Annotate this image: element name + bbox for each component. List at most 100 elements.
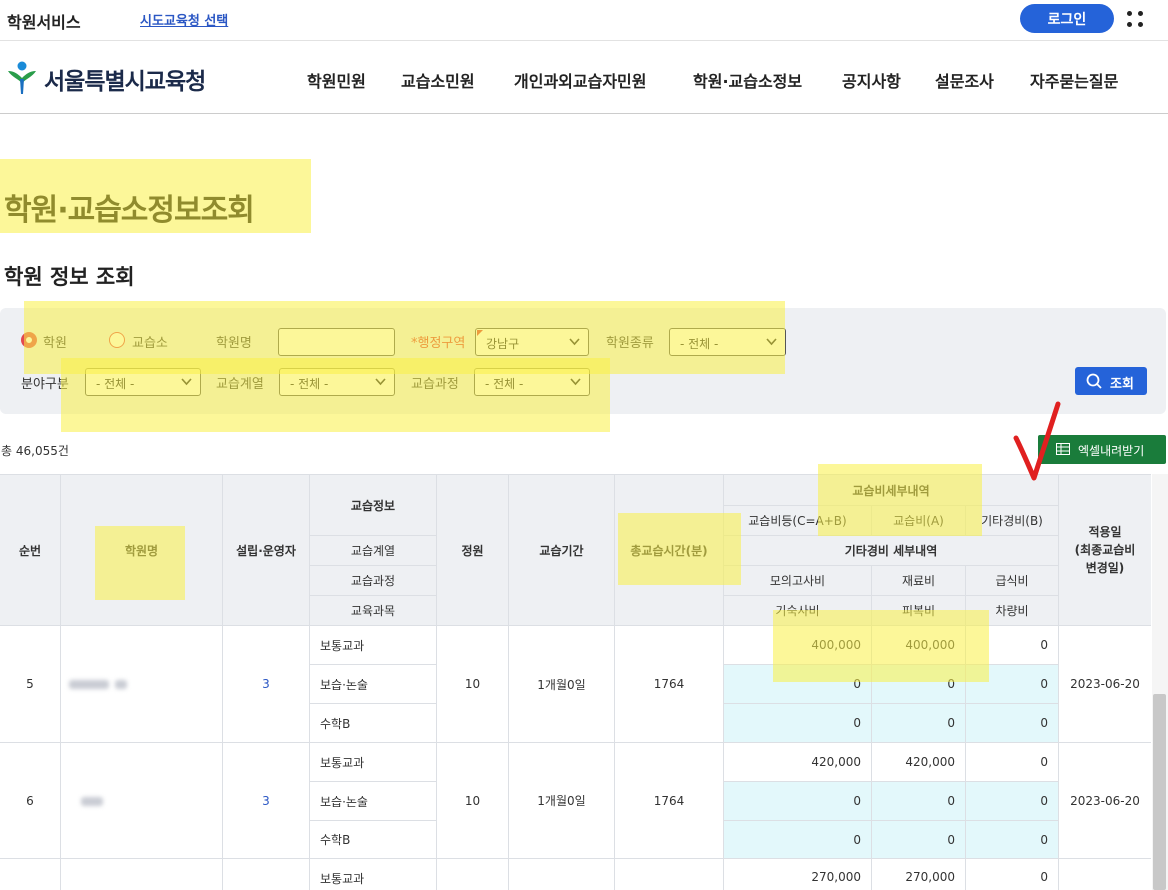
section-title: 학원 정보 조회 — [4, 265, 135, 289]
nav-item-academy-civil[interactable]: 학원민원 — [307, 68, 366, 92]
header-apply-date-line3: 변경일) — [1085, 561, 1125, 575]
header-uniform: 피복비 — [871, 595, 965, 625]
academy-name-input[interactable] — [278, 328, 395, 356]
row-fee-b: 0 — [965, 703, 1058, 742]
nav-item-faq[interactable]: 자주묻는질문 — [1030, 68, 1118, 92]
header-fee-a: 교습비(A) — [871, 505, 965, 535]
chevron-down-icon — [181, 378, 192, 386]
radio-tutoring-label[interactable]: 교습소 — [132, 332, 168, 351]
row-apply-date: 2023-06-20 — [1058, 625, 1151, 742]
row-period: 1개월0일 — [508, 742, 614, 858]
row-fee-a: 270,000 — [871, 858, 965, 890]
total-count: 총 46,055건 — [1, 444, 69, 458]
row-fee-total: 0 — [723, 820, 871, 858]
radio-academy-label[interactable]: 학원 — [43, 332, 67, 351]
office-select-link[interactable]: 시도교육청 선택 — [140, 10, 228, 29]
field-select-value: - 전체 - — [96, 377, 135, 391]
row-capacity: 10 — [436, 742, 508, 858]
row-fee-b: 0 — [965, 858, 1058, 890]
row-fee-total: 0 — [723, 703, 871, 742]
header-apply-date-line2: (최종교습비 — [1074, 543, 1136, 557]
header-apply-date-line1: 적용일 — [1088, 525, 1122, 539]
row-subject: 보통교과 — [309, 858, 436, 890]
row-total-time: 1764 — [614, 625, 723, 742]
header-total-time: 총교습시간(분) — [614, 474, 723, 625]
row-academy-name[interactable] — [60, 742, 222, 858]
redacted-name — [81, 797, 103, 806]
service-name: 학원서비스 — [7, 13, 81, 32]
course-select[interactable]: - 전체 - — [474, 368, 590, 396]
row-fee-b: 0 — [965, 664, 1058, 703]
header-teach-course: 교습과정 — [309, 565, 436, 595]
header-period: 교습기간 — [508, 474, 614, 625]
login-button[interactable]: 로그인 — [1020, 4, 1114, 33]
row-fee-b: 0 — [965, 625, 1058, 664]
row-subject: 보통교과 — [309, 742, 436, 781]
row-subject: 수학B — [309, 820, 436, 858]
radio-academy[interactable] — [21, 332, 37, 348]
page-title: 학원·교습소정보조회 — [4, 193, 255, 228]
chevron-down-icon — [570, 378, 581, 386]
row-founder[interactable]: 3 — [222, 625, 309, 742]
redacted-name — [69, 680, 109, 689]
row-founder[interactable]: 3 — [222, 742, 309, 858]
header-apply-date: 적용일 (최종교습비 변경일) — [1058, 474, 1151, 625]
radio-tutoring[interactable] — [109, 332, 125, 348]
redacted-name — [115, 680, 127, 689]
academy-table: 순번 학원명 설립·운영자 교습정보 교습계열 교습과정 교육과목 정원 교습기… — [0, 474, 1151, 890]
row-no: 6 — [0, 742, 60, 858]
row-fee-a: 0 — [871, 781, 965, 820]
row-academy-name[interactable] — [60, 858, 222, 890]
row-fee-a: 0 — [871, 703, 965, 742]
row-subject: 수학B — [309, 703, 436, 742]
table-scrollbar-thumb[interactable] — [1153, 694, 1166, 890]
header-name: 학원명 — [60, 474, 222, 625]
row-founder[interactable] — [222, 858, 309, 890]
row-total-time — [614, 858, 723, 890]
row-total-time: 1764 — [614, 742, 723, 858]
row-no — [0, 858, 60, 890]
header-no: 순번 — [0, 474, 60, 625]
header-fee-total: 교습비등(C=A+B) — [723, 505, 871, 535]
row-academy-name[interactable] — [60, 625, 222, 742]
seoul-education-logo-icon[interactable] — [6, 59, 38, 95]
site-header: 서울특별시교육청 학원민원 교습소민원 개인과외교습자민원 학원·교습소정보 공… — [0, 41, 1168, 114]
nav-item-survey[interactable]: 설문조사 — [935, 68, 994, 92]
header-teach-info: 교습정보 — [309, 474, 436, 535]
row-capacity — [436, 858, 508, 890]
header-teach-series: 교습계열 — [309, 535, 436, 565]
chevron-down-icon — [766, 338, 777, 346]
header-fee-b: 기타경비(B) — [965, 505, 1058, 535]
row-apply-date — [1058, 858, 1151, 890]
header-capacity: 정원 — [436, 474, 508, 625]
kind-label: 학원종류 — [606, 336, 654, 351]
nav-item-tutoring-civil[interactable]: 교습소민원 — [401, 68, 475, 92]
logo-text[interactable]: 서울특별시교육청 — [44, 62, 206, 96]
row-fee-total: 0 — [723, 781, 871, 820]
row-fee-b: 0 — [965, 820, 1058, 858]
row-fee-b: 0 — [965, 742, 1058, 781]
kind-select[interactable]: - 전체 - — [669, 328, 786, 356]
field-select[interactable]: - 전체 - — [85, 368, 201, 396]
search-icon — [1086, 373, 1102, 389]
row-fee-total: 270,000 — [723, 858, 871, 890]
series-select[interactable]: - 전체 - — [279, 368, 395, 396]
header-other-detail: 기타경비 세부내역 — [723, 535, 1058, 565]
excel-download-label: 엑셀내려받기 — [1078, 444, 1145, 458]
row-subject: 보통교과 — [309, 625, 436, 664]
row-period — [508, 858, 614, 890]
nav-item-private-tutor-civil[interactable]: 개인과외교습자민원 — [514, 68, 646, 92]
nav-item-notice[interactable]: 공지사항 — [842, 68, 901, 92]
top-utility-bar: 학원서비스 시도교육청 선택 로그인 — [0, 0, 1168, 41]
header-vehicle: 차량비 — [965, 595, 1058, 625]
app-menu-icon[interactable] — [1126, 10, 1146, 30]
district-select[interactable]: 강남구 — [475, 328, 589, 356]
row-apply-date: 2023-06-20 — [1058, 742, 1151, 858]
nav-item-academy-info[interactable]: 학원·교습소정보 — [693, 68, 802, 92]
search-button[interactable]: 조회 — [1075, 367, 1147, 395]
row-subject: 보습·논술 — [309, 664, 436, 703]
course-select-value: - 전체 - — [485, 377, 524, 391]
district-select-value: 강남구 — [486, 337, 520, 351]
series-select-value: - 전체 - — [290, 377, 329, 391]
header-teach-subject: 교육과목 — [309, 595, 436, 625]
